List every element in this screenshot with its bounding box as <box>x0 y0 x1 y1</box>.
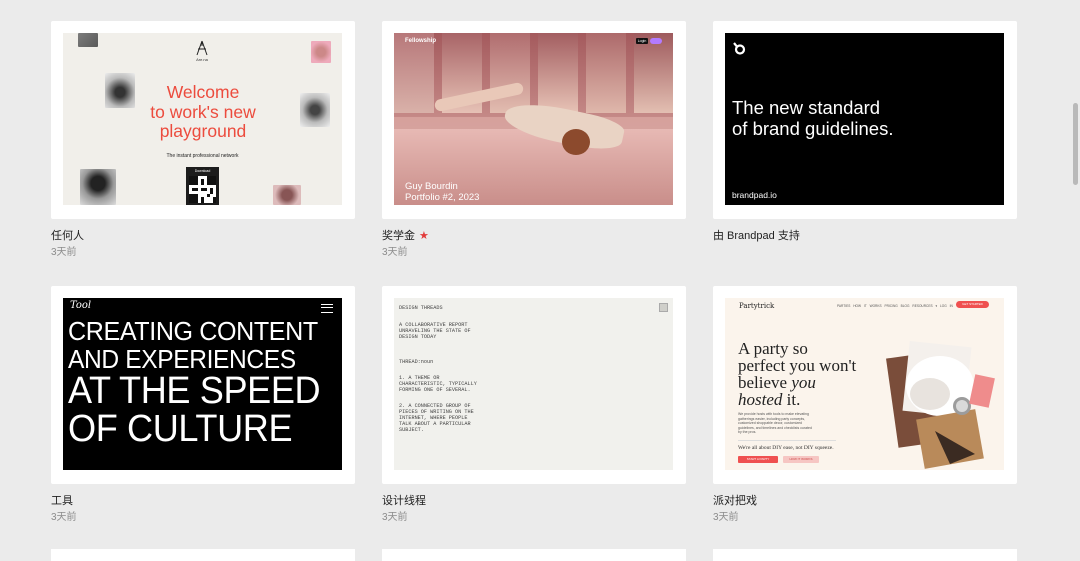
card-timestamp: 3天前 <box>382 247 408 258</box>
photo-caption: Guy Bourdin <box>405 181 458 192</box>
card-frame[interactable]: Are.na Welcome to work's new playground … <box>51 21 355 219</box>
brandpad-headline: The new standard of brand guidelines. <box>732 97 894 139</box>
party-collage-image <box>886 340 995 469</box>
card-title[interactable]: 由 Brandpad 支持 <box>713 227 800 243</box>
project-card-partial[interactable] <box>51 549 355 561</box>
card-timestamp: 3天前 <box>713 512 739 523</box>
card-title[interactable]: 工具 <box>51 492 73 508</box>
qr-code-icon <box>189 176 216 203</box>
thread-definition: 1. A THEME OR CHARACTERISTIC, TYPICALLY … <box>399 375 477 393</box>
fellowship-brand: Fellowship <box>405 38 437 44</box>
card-frame[interactable]: Tool CREATING CONTENT AND EXPERIENCES AT… <box>51 286 355 484</box>
qr-label: Download <box>194 169 211 173</box>
start-party-button: START A PARTY <box>738 456 778 463</box>
partytrick-subline: We're all about DIY ease, not DIY squeez… <box>738 445 834 451</box>
mouth-photo <box>105 73 135 108</box>
brandpad-logo-icon <box>733 42 746 55</box>
partytrick-logo: Partytrick <box>739 302 775 310</box>
photo-strip <box>490 33 530 113</box>
brandpad-url: brandpad.io <box>732 190 777 200</box>
arena-tagline: The instant professional network <box>166 153 239 159</box>
tool-headline-line: AT THE SPEED <box>68 370 321 412</box>
photo-strip <box>586 33 626 113</box>
menu-icon <box>321 304 333 313</box>
mouth-photo <box>273 185 301 205</box>
card-thumbnail[interactable]: The new standard of brand guidelines. br… <box>725 33 1004 205</box>
card-thumbnail[interactable]: Are.na Welcome to work's new playground … <box>63 33 342 205</box>
card-thumbnail[interactable]: Partytrick PARTIES HOW IT WORKS PRICING … <box>725 298 1004 470</box>
card-frame[interactable]: The new standard of brand guidelines. br… <box>713 21 1017 219</box>
tool-headline-line: CREATING CONTENT <box>68 316 318 346</box>
card-title[interactable]: 派对把戏 <box>713 492 757 508</box>
partytrick-nav: PARTIES HOW IT WORKS PRICING BLOG RESOUR… <box>837 304 953 308</box>
scrollbar[interactable] <box>1070 0 1080 558</box>
photo-strip <box>538 33 578 113</box>
square-button-icon <box>659 303 668 312</box>
thread-definition: 2. A CONNECTED GROUP OF PIECES OF WRITIN… <box>399 403 474 433</box>
star-icon: ★ <box>419 230 429 242</box>
thread-header: DESIGN THREADS <box>399 305 443 311</box>
arena-brand: Are.na <box>196 57 208 62</box>
photo-caption: Portfolio #2, 2023 <box>405 192 480 203</box>
card-thumbnail[interactable]: DESIGN THREADS A COLLABORATIVE REPORT UN… <box>394 298 673 470</box>
thread-intro: A COLLABORATIVE REPORT UNRAVELING THE ST… <box>399 322 471 340</box>
photo-strip <box>634 33 673 113</box>
photo-strip <box>394 33 434 113</box>
card-thumbnail[interactable]: Tool CREATING CONTENT AND EXPERIENCES AT… <box>63 298 342 470</box>
project-card-partial[interactable] <box>382 549 686 561</box>
divider <box>738 440 836 441</box>
card-title[interactable]: 任何人 <box>51 227 84 243</box>
arena-headline: Welcome to work's new playground <box>150 82 256 141</box>
card-thumbnail[interactable]: Fellowship Login Guy Bourdin Portfolio #… <box>394 33 673 205</box>
photo-figure <box>562 129 590 155</box>
card-frame[interactable]: Fellowship Login Guy Bourdin Portfolio #… <box>382 21 686 219</box>
menu-pill <box>650 38 662 44</box>
partytrick-body: We provide hosts with tools to make elev… <box>738 412 812 434</box>
get-started-button: GET STARTED <box>956 301 989 308</box>
project-grid: Are.na Welcome to work's new playground … <box>0 0 1080 561</box>
card-title[interactable]: 设计线程 <box>382 492 426 508</box>
card-timestamp: 3天前 <box>51 247 77 258</box>
card-title[interactable]: 奖学金 ★ <box>382 227 429 243</box>
card-frame[interactable]: DESIGN THREADS A COLLABORATIVE REPORT UN… <box>382 286 686 484</box>
card-timestamp: 3天前 <box>382 512 408 523</box>
card-title-text: 奖学金 <box>382 230 415 242</box>
how-it-works-button: HOW IT WORKS <box>783 456 819 463</box>
mouth-photo <box>300 93 330 127</box>
card-frame[interactable]: Partytrick PARTIES HOW IT WORKS PRICING … <box>713 286 1017 484</box>
mouth-photo <box>311 41 331 63</box>
thread-label: THREAD:noun <box>399 359 434 365</box>
mouth-photo <box>80 169 116 205</box>
card-timestamp: 3天前 <box>51 512 77 523</box>
qr-code-panel: Download <box>186 167 219 205</box>
arena-logo-icon <box>196 40 208 56</box>
mouth-photo <box>78 33 98 47</box>
scrollbar-thumb[interactable] <box>1073 103 1078 185</box>
tool-headline-line: OF CULTURE <box>68 408 293 450</box>
tool-logo: Tool <box>70 300 92 311</box>
login-pill: Login <box>636 38 648 44</box>
partytrick-headline: A party so perfect you won't believe you… <box>738 339 857 409</box>
project-card-partial[interactable] <box>713 549 1017 561</box>
